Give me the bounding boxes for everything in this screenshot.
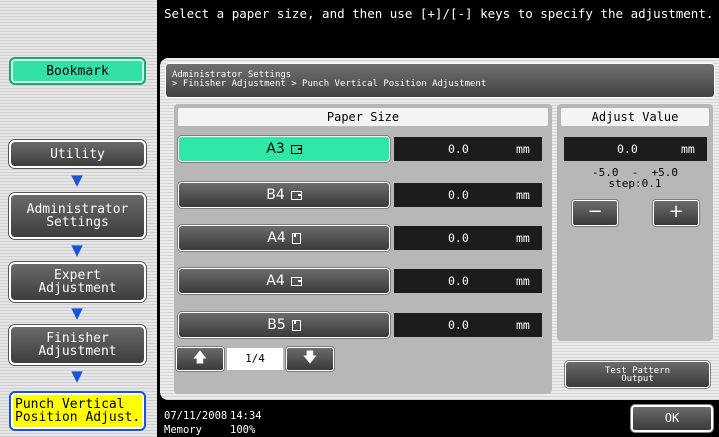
paper-size-label: A4: [267, 230, 286, 246]
minus-button[interactable]: −: [572, 200, 618, 226]
adjust-value-header: Adjust Value: [561, 108, 709, 126]
paper-size-label: A3: [266, 141, 285, 157]
paper-orientation-icon: [291, 232, 301, 244]
status-bar: 07/11/2008 14:34 Memory 100% OK: [157, 400, 719, 437]
left-sidebar: Bookmark Utility ▼ Administrator Setting…: [0, 0, 157, 437]
paper-orientation-icon: [291, 319, 301, 331]
adjust-range: -5.0 - +5.0 step:0.1: [557, 167, 713, 189]
unit-text: mm: [516, 231, 530, 245]
ok-button[interactable]: OK: [631, 405, 713, 432]
paper-size-label: B4: [266, 187, 285, 203]
sidebar-item-utility[interactable]: Utility: [9, 140, 146, 168]
paper-size-label: B5: [267, 317, 286, 333]
value-text: 0.0: [617, 142, 638, 156]
sidebar-item-punch-vertical[interactable]: Punch Vertical Position Adjust.: [9, 391, 146, 431]
status-time: 14:34: [230, 410, 262, 422]
page-indicator: 1/4: [227, 348, 283, 370]
paper-orientation-icon: [290, 190, 302, 200]
unit-text: mm: [516, 274, 530, 288]
breadcrumb: Administrator Settings > Finisher Adjust…: [165, 63, 715, 98]
arrow-up-icon: 🡅: [192, 350, 208, 366]
unit-text: mm: [516, 318, 530, 332]
paper-size-button-a4-portrait[interactable]: A4: [178, 225, 390, 251]
bookmark-button[interactable]: Bookmark: [9, 57, 146, 85]
paper-size-button-b4[interactable]: B4: [178, 182, 390, 208]
paper-size-value: 0.0 mm: [394, 269, 542, 293]
value-text: 0.0: [448, 318, 469, 332]
pagination: 🡅 1/4 🡇: [176, 346, 334, 372]
unit-text: mm: [516, 188, 530, 202]
paper-size-label: A4: [266, 273, 285, 289]
paper-orientation-icon: [290, 144, 302, 154]
value-text: 0.0: [448, 274, 469, 288]
adjust-value-display: 0.0 mm: [564, 137, 707, 161]
instruction-message: Select a paper size, and then use [+]/[-…: [157, 0, 719, 57]
value-text: 0.0: [448, 188, 469, 202]
paper-size-header: Paper Size: [178, 108, 548, 126]
paper-size-value: 0.0 mm: [394, 313, 542, 337]
paper-size-button-a4-landscape[interactable]: A4: [178, 268, 390, 294]
page-down-button[interactable]: 🡇: [286, 347, 334, 371]
sidebar-item-expert-adjustment[interactable]: Expert Adjustment: [9, 262, 146, 302]
paper-size-value: 0.0 mm: [394, 183, 542, 207]
sidebar-item-finisher-adjustment[interactable]: Finisher Adjustment: [9, 325, 146, 365]
adjust-value-panel: Adjust Value 0.0 mm -5.0 - +5.0 step:0.1…: [557, 104, 713, 341]
arrow-down-icon: ▼: [71, 241, 83, 259]
paper-size-button-b5[interactable]: B5: [178, 312, 390, 338]
paper-orientation-icon: [290, 276, 302, 286]
test-pattern-output-button[interactable]: Test Pattern Output: [565, 361, 710, 388]
arrow-down-icon: ▼: [71, 367, 83, 385]
step-text: step:0.1: [608, 177, 662, 190]
plus-button[interactable]: +: [653, 200, 699, 226]
status-date: 07/11/2008: [164, 410, 228, 422]
unit-text: mm: [516, 142, 530, 156]
arrow-down-icon: ▼: [71, 171, 83, 189]
arrow-down-icon: ▼: [71, 304, 83, 322]
page-up-button[interactable]: 🡅: [176, 347, 224, 371]
sidebar-item-administrator-settings[interactable]: Administrator Settings: [9, 193, 146, 239]
main-panel: Administrator Settings > Finisher Adjust…: [160, 58, 719, 400]
paper-size-button-a3[interactable]: A3: [178, 136, 390, 162]
arrow-down-icon: 🡇: [302, 350, 318, 366]
memory-label: Memory: [164, 424, 202, 436]
value-text: 0.0: [448, 231, 469, 245]
paper-size-value: 0.0 mm: [394, 137, 542, 161]
paper-size-value: 0.0 mm: [394, 226, 542, 250]
memory-value: 100%: [230, 424, 256, 436]
unit-text: mm: [681, 142, 695, 156]
value-text: 0.0: [448, 142, 469, 156]
